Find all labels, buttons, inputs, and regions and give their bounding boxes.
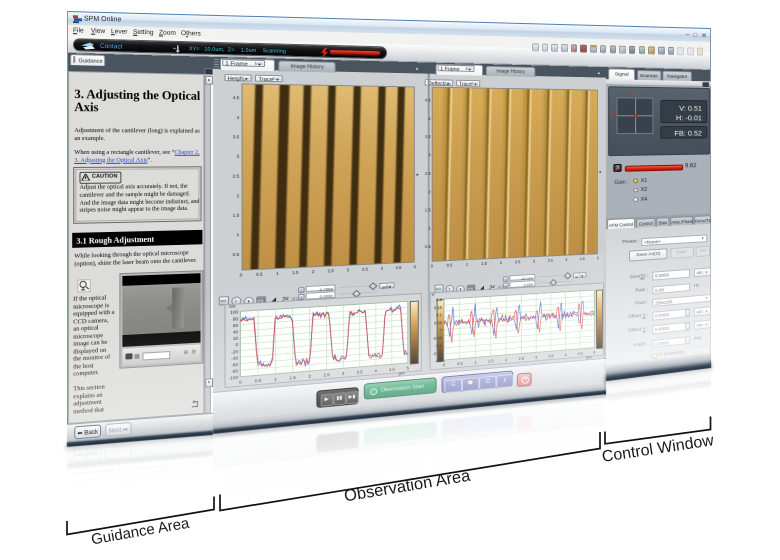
svg-text:Guidance Area: Guidance Area bbox=[90, 515, 191, 549]
svg-text:Observation Area: Observation Area bbox=[343, 467, 473, 506]
